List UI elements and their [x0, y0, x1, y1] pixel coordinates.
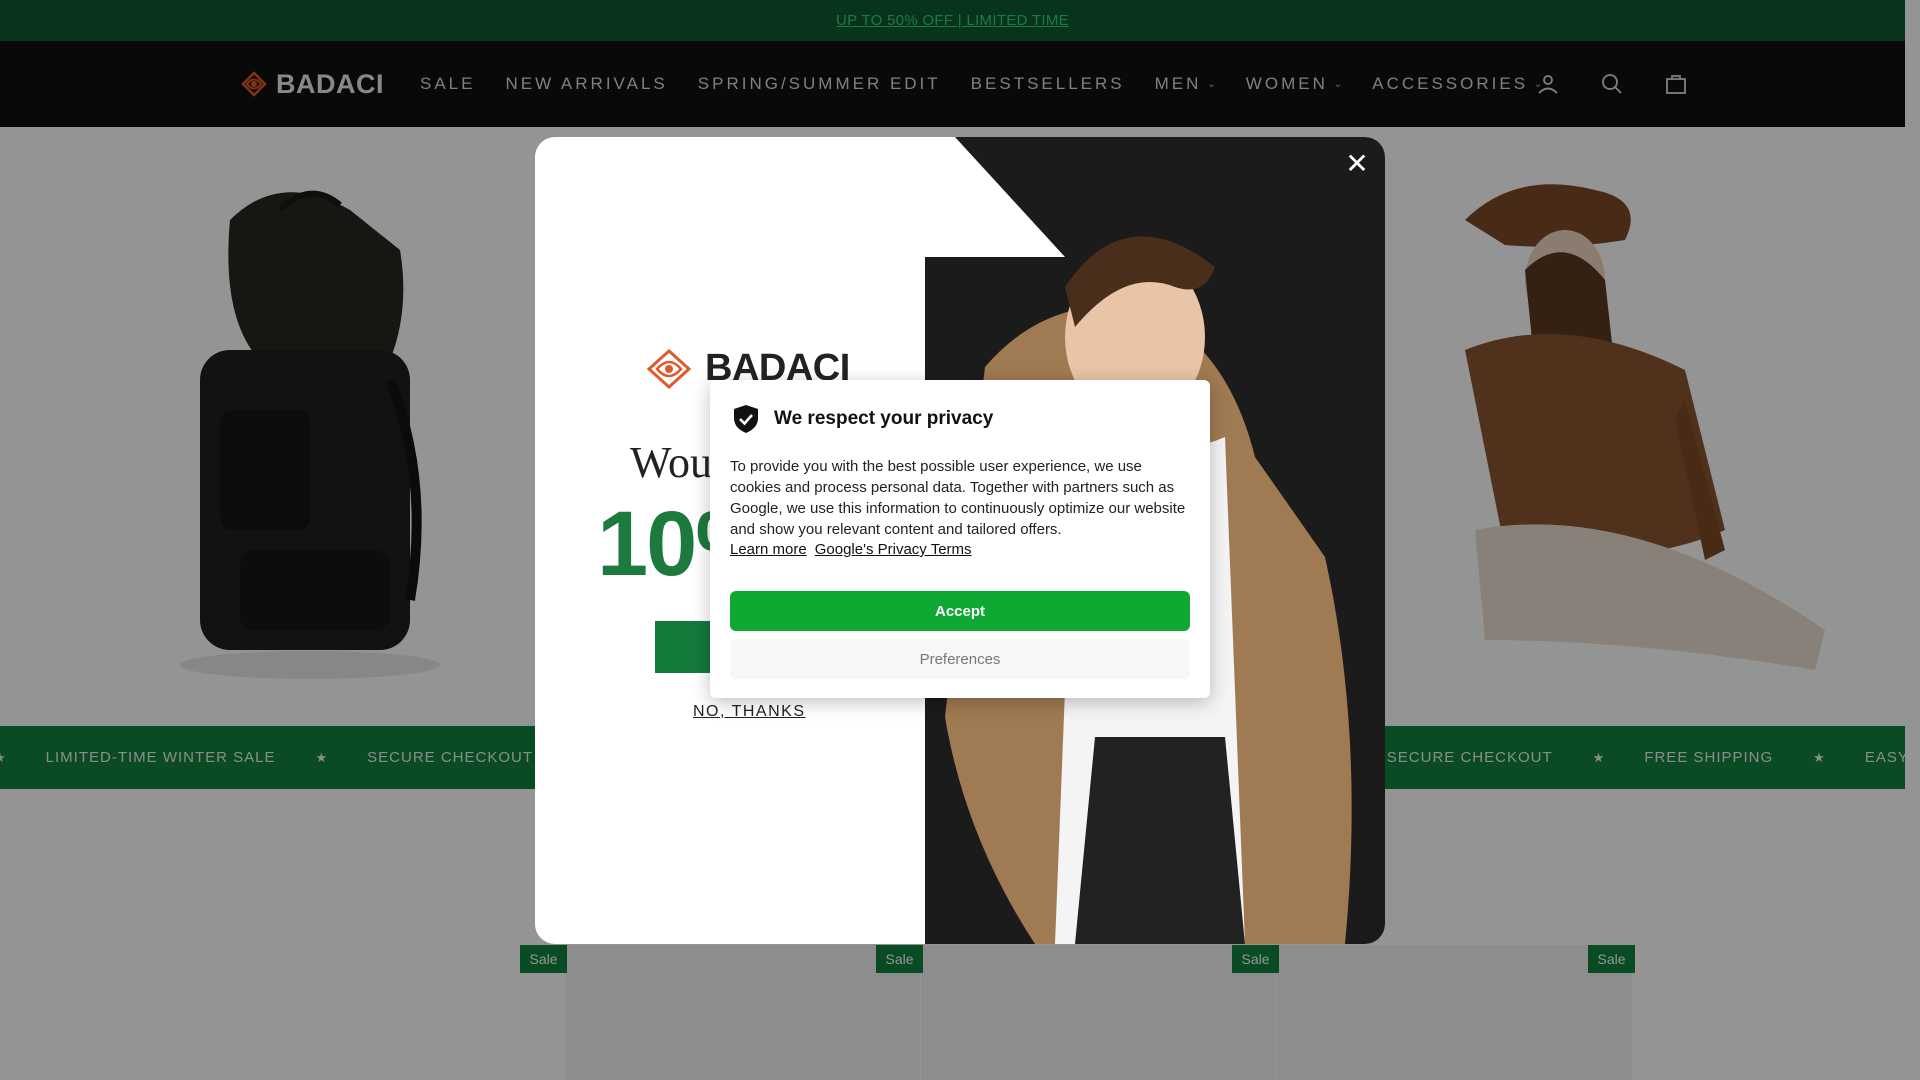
close-icon[interactable]: ✕ [1342, 148, 1372, 179]
brand-logo-icon [647, 348, 691, 389]
accept-button[interactable]: Accept [730, 591, 1190, 631]
preferences-button[interactable]: Preferences [730, 639, 1190, 679]
cookie-body-text: To provide you with the best possible us… [730, 458, 1186, 538]
cookie-header: We respect your privacy [732, 404, 993, 434]
cookie-consent-dialog: We respect your privacy To provide you w… [710, 380, 1210, 698]
learn-more-link[interactable]: Learn more [730, 541, 807, 558]
no-thanks-link[interactable]: NO, THANKS [693, 703, 806, 721]
cookie-title: We respect your privacy [774, 408, 994, 429]
cookie-links: Learn more Google's Privacy Terms [730, 541, 972, 558]
google-privacy-terms-link[interactable]: Google's Privacy Terms [815, 541, 972, 558]
shield-check-icon [734, 405, 758, 433]
